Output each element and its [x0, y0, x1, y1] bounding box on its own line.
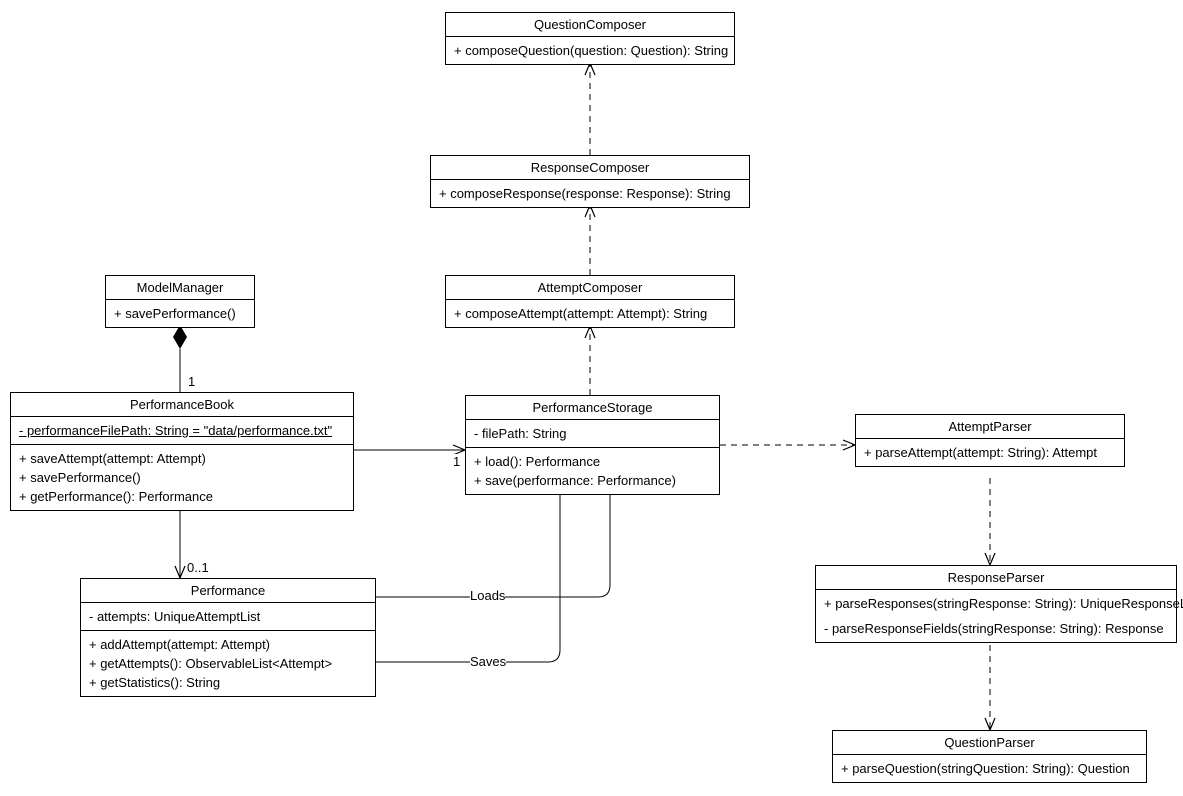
- class-name: PerformanceStorage: [466, 396, 719, 420]
- op: + load(): Performance: [474, 452, 711, 471]
- class-name: ResponseComposer: [431, 156, 749, 180]
- class-response-composer: ResponseComposer + composeResponse(respo…: [430, 155, 750, 208]
- op: + composeAttempt(attempt: Attempt): Stri…: [454, 304, 726, 323]
- class-name: PerformanceBook: [11, 393, 353, 417]
- class-name: ResponseParser: [816, 566, 1176, 590]
- attr: - filePath: String: [474, 424, 711, 443]
- multiplicity-label: 1: [188, 374, 195, 389]
- class-attempt-parser: AttemptParser + parseAttempt(attempt: St…: [855, 414, 1125, 467]
- op: + save(performance: Performance): [474, 471, 711, 490]
- op: + parseQuestion(stringQuestion: String):…: [841, 759, 1138, 778]
- class-name: Performance: [81, 579, 375, 603]
- op: + parseAttempt(attempt: String): Attempt: [864, 443, 1116, 462]
- class-name: AttemptParser: [856, 415, 1124, 439]
- class-name: AttemptComposer: [446, 276, 734, 300]
- op: + savePerformance(): [19, 468, 345, 487]
- multiplicity-label: 1: [453, 454, 460, 469]
- op: + getStatistics(): String: [89, 673, 367, 692]
- loads-label: Loads: [470, 588, 505, 603]
- op: - parseResponseFields(stringResponse: St…: [824, 613, 1168, 638]
- class-attempt-composer: AttemptComposer + composeAttempt(attempt…: [445, 275, 735, 328]
- class-model-manager: ModelManager + savePerformance(): [105, 275, 255, 328]
- multiplicity-label: 0..1: [187, 560, 209, 575]
- saves-label: Saves: [470, 654, 506, 669]
- class-name: ModelManager: [106, 276, 254, 300]
- op: + savePerformance(): [114, 304, 246, 323]
- class-performance-book: PerformanceBook - performanceFilePath: S…: [10, 392, 354, 511]
- attr: - performanceFilePath: String = "data/pe…: [19, 421, 345, 440]
- class-performance: Performance - attempts: UniqueAttemptLis…: [80, 578, 376, 697]
- class-name: QuestionParser: [833, 731, 1146, 755]
- op: + composeResponse(response: Response): S…: [439, 184, 741, 203]
- op: + parseResponses(stringResponse: String)…: [824, 594, 1168, 613]
- op: + addAttempt(attempt: Attempt): [89, 635, 367, 654]
- op: + saveAttempt(attempt: Attempt): [19, 449, 345, 468]
- op: + getPerformance(): Performance: [19, 487, 345, 506]
- class-response-parser: ResponseParser + parseResponses(stringRe…: [815, 565, 1177, 643]
- class-question-parser: QuestionParser + parseQuestion(stringQue…: [832, 730, 1147, 783]
- attr: - attempts: UniqueAttemptList: [89, 607, 367, 626]
- class-performance-storage: PerformanceStorage - filePath: String + …: [465, 395, 720, 495]
- class-question-composer: QuestionComposer + composeQuestion(quest…: [445, 12, 735, 65]
- op: + composeQuestion(question: Question): S…: [454, 41, 726, 60]
- class-name: QuestionComposer: [446, 13, 734, 37]
- op: + getAttempts(): ObservableList<Attempt>: [89, 654, 367, 673]
